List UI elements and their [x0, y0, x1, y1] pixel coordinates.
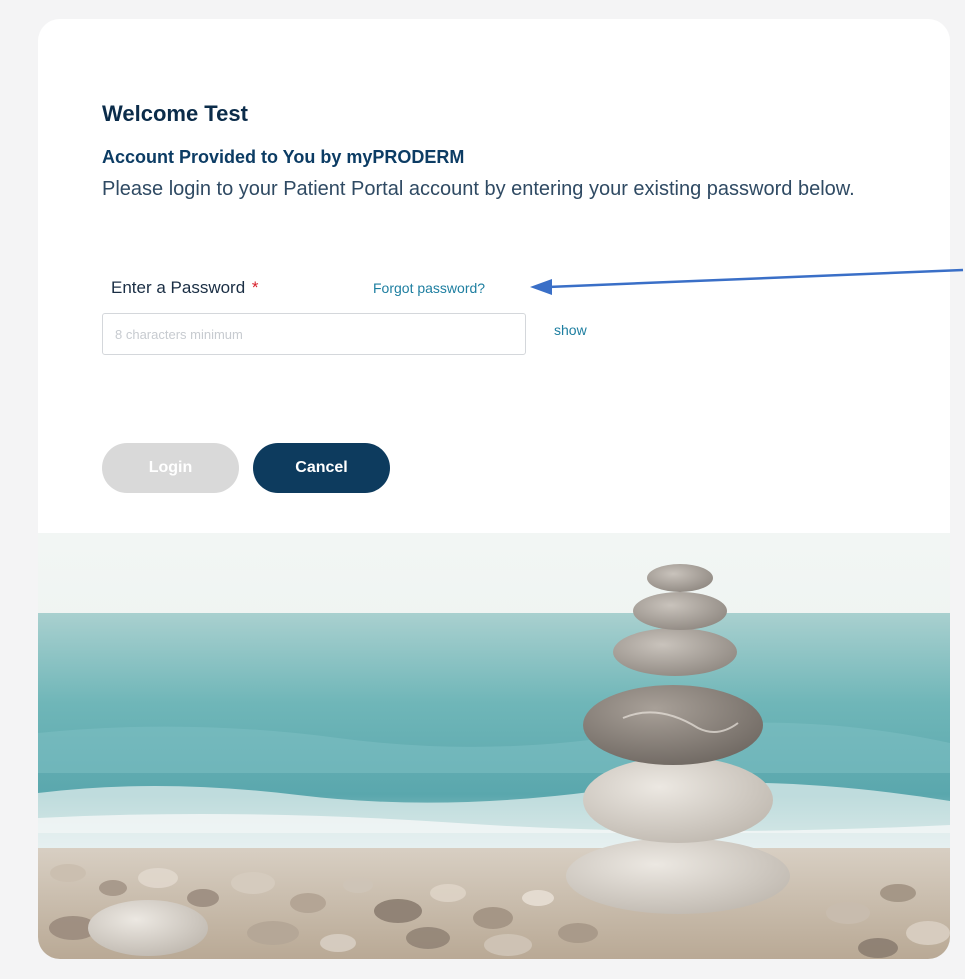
beach-stones-image — [38, 533, 950, 959]
required-marker: * — [251, 278, 259, 297]
forgot-password-link[interactable]: Forgot password? — [373, 280, 485, 296]
password-label: Enter a Password * — [111, 278, 259, 298]
cancel-button[interactable]: Cancel — [253, 443, 390, 493]
password-label-text: Enter a Password — [111, 278, 246, 297]
page-description: Please login to your Patient Portal acco… — [102, 178, 855, 200]
page-title: Welcome Test — [102, 101, 248, 126]
password-input[interactable] — [102, 313, 526, 355]
login-card: Welcome Test Account Provided to You by … — [38, 19, 950, 959]
show-password-toggle[interactable]: show — [554, 322, 587, 338]
page-subtitle: Account Provided to You by myPRODERM — [102, 147, 465, 167]
login-button[interactable]: Login — [102, 443, 239, 493]
